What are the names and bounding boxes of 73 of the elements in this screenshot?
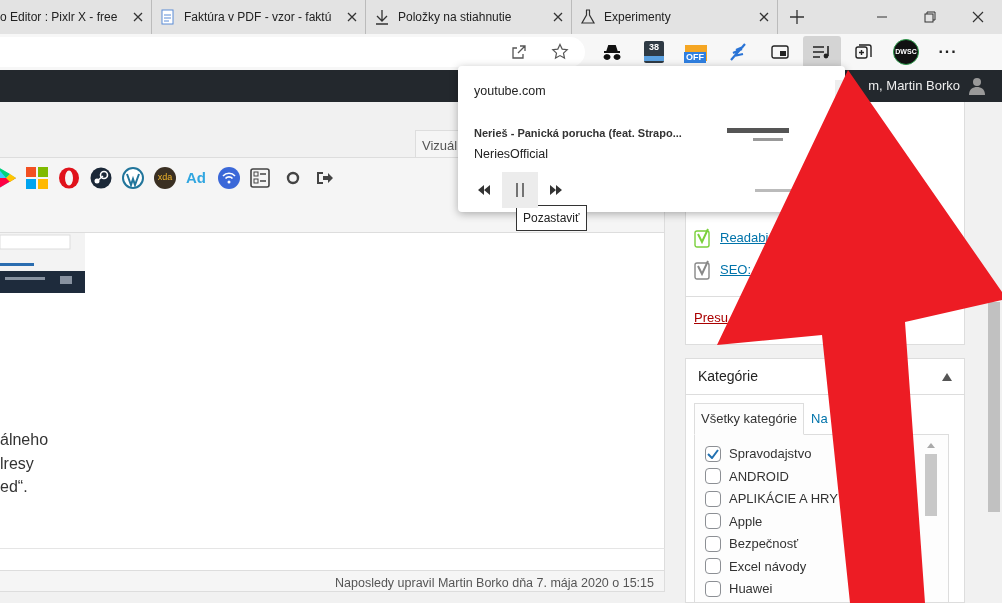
checkbox[interactable] — [705, 490, 721, 507]
collections-icon[interactable] — [854, 42, 874, 62]
scrollbar-thumb[interactable] — [988, 302, 1000, 512]
windows-icon[interactable] — [26, 167, 48, 189]
category-label: Huawei — [729, 580, 773, 598]
play-store-icon[interactable] — [0, 166, 16, 190]
category-label: Spravodajstvo — [729, 445, 812, 463]
user-icon[interactable] — [968, 77, 986, 95]
trash-link[interactable]: Presu — [694, 308, 728, 328]
opera-icon[interactable] — [58, 167, 80, 189]
maximize-icon[interactable] — [922, 9, 938, 25]
text-line: ed“. — [0, 477, 29, 497]
tab-title: o Editor : Pixlr X - free — [0, 9, 119, 26]
wordpress-icon[interactable] — [122, 167, 144, 189]
seo-link[interactable]: SEO: — [720, 260, 752, 280]
close-icon[interactable] — [553, 12, 563, 22]
last-edit-text: Naposledy upravil Martin Borko dňa 7. mája 2020 o 15:15 — [335, 575, 654, 588]
checkbox[interactable] — [705, 513, 721, 530]
text-line: lresy — [0, 453, 35, 474]
more-button[interactable]: ··· — [938, 40, 958, 64]
flask-icon — [580, 9, 596, 25]
favorite-icon[interactable] — [551, 43, 569, 61]
editor-body[interactable]: álneho lresy ed“. — [0, 233, 665, 548]
download-icon — [374, 9, 390, 25]
category-tab[interactable]: Na — [804, 403, 829, 435]
pause-icon — [515, 183, 525, 197]
site-name: youtube.com — [474, 83, 547, 100]
document-icon — [160, 9, 176, 25]
fast-forward-icon — [550, 185, 562, 195]
text-line: álneho — [0, 430, 50, 450]
artist-name: NeriesOfficial — [474, 146, 550, 164]
play-pause-button[interactable] — [502, 172, 538, 208]
tab-title: Položky na stiahnutie — [398, 9, 513, 26]
checkbox[interactable] — [705, 468, 721, 485]
close-icon[interactable] — [970, 9, 986, 25]
close-icon[interactable] — [347, 12, 357, 22]
xda-icon[interactable]: xda — [154, 167, 176, 189]
scrollbar-thumb[interactable] — [925, 453, 937, 516]
spy-icon[interactable] — [602, 44, 622, 60]
seo-link[interactable]: Readabi — [720, 228, 769, 248]
feather-icon[interactable] — [728, 42, 748, 62]
picture-in-picture-icon[interactable] — [771, 45, 789, 59]
wifi-icon[interactable] — [218, 167, 240, 189]
category-label: Excel návody — [729, 557, 807, 576]
circle-icon[interactable] — [286, 171, 300, 185]
checkbox[interactable] — [705, 558, 721, 575]
tooltip: Pozastaviť — [516, 205, 587, 231]
tab-title: Experimenty — [604, 9, 672, 26]
panel-title: Kategórie — [698, 367, 758, 386]
greeting-text: m, Martin Borko — [868, 77, 960, 96]
category-tab[interactable]: Všetky kategórie — [694, 403, 805, 435]
close-icon[interactable] — [759, 12, 769, 22]
check-icon — [707, 448, 719, 459]
media-control-icon[interactable] — [812, 44, 832, 60]
collapse-icon[interactable] — [942, 372, 952, 381]
track-title: Nerieš - Panická porucha (feat. Strapo... — [474, 125, 683, 141]
address-field[interactable] — [0, 37, 585, 67]
category-label: Apple — [729, 512, 763, 531]
exit-icon[interactable] — [316, 170, 334, 186]
checkbox[interactable] — [705, 580, 721, 597]
checkbox[interactable] — [705, 535, 721, 552]
share-icon[interactable] — [511, 44, 527, 60]
steam-icon[interactable] — [90, 167, 112, 189]
tab-title: Faktúra v PDF - vzor - faktú — [184, 9, 333, 26]
new-tab-icon[interactable] — [790, 10, 804, 24]
category-label: ANDROID — [729, 467, 789, 486]
close-icon[interactable] — [133, 12, 143, 22]
rewind-icon — [478, 185, 490, 195]
list-icon[interactable] — [250, 168, 270, 188]
category-label: Bezpečnosť — [729, 535, 799, 553]
checkbox[interactable] — [705, 445, 721, 462]
category-label: APLIKÁCIE A HRY — [729, 490, 838, 508]
calendar-icon[interactable]: 38 — [644, 41, 664, 63]
